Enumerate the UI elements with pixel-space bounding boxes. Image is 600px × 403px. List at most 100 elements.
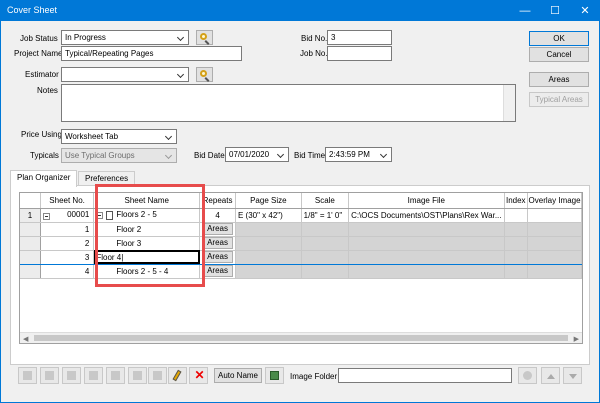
page-size-cell (235, 222, 302, 237)
project-name-input[interactable]: Typical/Repeating Pages (61, 46, 242, 61)
table-row[interactable]: 2 Floor 3 Areas (20, 236, 582, 251)
sheet-no-cell[interactable]: 2 (40, 236, 95, 251)
table-row-selected[interactable]: 3 Floor 4| Areas (20, 249, 582, 265)
bid-no-input[interactable]: 3 (327, 30, 392, 45)
repeats-cell[interactable]: Areas (199, 249, 236, 265)
notes-scrollbar[interactable] (503, 85, 515, 121)
areas-row-button[interactable]: Areas (202, 265, 233, 277)
bid-time-picker[interactable]: 2:43:59 PM (325, 147, 392, 162)
scroll-left-icon[interactable]: ◀ (23, 335, 28, 343)
chevron-down-icon (176, 70, 186, 80)
overlay-image-cell (527, 222, 582, 237)
table-row[interactable]: 1 Floor 2 Areas (20, 222, 582, 237)
add-icon[interactable] (18, 367, 37, 384)
index-cell (504, 249, 529, 265)
overlay-image-cell[interactable] (527, 208, 582, 223)
bid-date-picker[interactable]: 07/01/2020 (225, 147, 289, 162)
scale-icon[interactable] (148, 367, 167, 384)
typical-areas-button[interactable]: Typical Areas (529, 92, 589, 107)
typicals-select[interactable]: Use Typical Groups (61, 148, 177, 163)
delete-icon[interactable]: ✕ (189, 367, 208, 384)
index-cell[interactable] (504, 208, 529, 223)
move-down-icon[interactable] (563, 367, 582, 384)
overlay-image-cell (527, 249, 582, 265)
sheet-name-edit-text[interactable]: Floor 4 (96, 253, 121, 262)
estimator-select[interactable] (61, 67, 189, 82)
row-header[interactable] (20, 249, 41, 265)
scan-icon[interactable] (106, 367, 125, 384)
areas-row-button[interactable]: Areas (202, 251, 233, 263)
column-header-sheet-no[interactable]: Sheet No. (40, 193, 95, 209)
sheet-name-cell[interactable]: Floors 2 - 5 (93, 208, 201, 223)
row-header[interactable] (20, 222, 41, 237)
cancel-button[interactable]: Cancel (529, 47, 589, 62)
table-row[interactable]: 1 00001 Floors 2 - 5 4 E (30" x 42") 1/8… (20, 208, 582, 223)
column-header-index[interactable]: Index (504, 193, 529, 209)
scroll-right-icon[interactable]: ▶ (574, 335, 579, 343)
price-using-select[interactable]: Worksheet Tab (61, 129, 177, 144)
column-header-overlay-image[interactable]: Overlay Image (527, 193, 582, 209)
image-icon[interactable] (265, 367, 284, 384)
column-header-sheet-name[interactable]: Sheet Name (93, 193, 201, 209)
scale-cell[interactable]: 1/8" = 1' 0" (301, 208, 350, 223)
close-button[interactable]: ✕ (570, 0, 600, 21)
column-header-scale[interactable]: Scale (301, 193, 350, 209)
sheet-no-cell[interactable]: 3 (40, 249, 95, 265)
repeats-cell[interactable]: Areas (199, 264, 236, 279)
copy-icon[interactable] (84, 367, 103, 384)
column-header-repeats[interactable]: Repeats (199, 193, 236, 209)
text-cursor: | (121, 252, 124, 262)
estimator-search-button[interactable] (196, 67, 213, 82)
repeats-cell[interactable]: Areas (199, 222, 236, 237)
column-header-page-size[interactable]: Page Size (235, 193, 302, 209)
search-icon[interactable] (518, 367, 537, 384)
pencil-icon[interactable] (168, 367, 187, 384)
auto-name-button[interactable]: Auto Name (214, 368, 262, 383)
sheet-no-cell[interactable]: 00001 (40, 208, 95, 223)
column-header-image-file[interactable]: Image File (348, 193, 505, 209)
sheet-no-cell[interactable]: 1 (40, 222, 95, 237)
ok-button[interactable]: OK (529, 31, 589, 46)
overlay-image-cell (527, 264, 582, 279)
job-status-search-button[interactable] (196, 30, 213, 45)
table-row[interactable]: 4 Floors 2 - 5 - 4 Areas (20, 264, 582, 279)
collapse-icon[interactable] (42, 213, 50, 220)
image-folder-label: Image Folder (290, 372, 338, 381)
row-header[interactable] (20, 264, 41, 279)
sheet-no-cell[interactable]: 4 (40, 264, 95, 279)
grid-horizontal-scrollbar[interactable]: ◀ ▶ (20, 332, 582, 343)
notes-textarea[interactable] (61, 84, 516, 122)
sheet-name-cell[interactable]: Floor 2 (93, 222, 201, 237)
tab-plan-organizer[interactable]: Plan Organizer (10, 170, 78, 187)
job-no-input[interactable] (327, 46, 392, 61)
job-status-select[interactable]: In Progress (61, 30, 189, 45)
page-size-cell (235, 249, 302, 265)
row-header[interactable]: 1 (20, 208, 41, 223)
move-up-icon[interactable] (541, 367, 560, 384)
sheet-name-cell[interactable]: Floor 3 (93, 236, 201, 251)
sheets-grid[interactable]: Sheet No. Sheet Name Repeats Page Size S… (19, 192, 583, 344)
search-icon (200, 33, 207, 40)
repeats-cell[interactable]: Areas (199, 236, 236, 251)
repeats-cell[interactable]: 4 (199, 208, 236, 223)
image-folder-input[interactable] (338, 368, 512, 383)
minimize-button[interactable]: — (510, 0, 540, 21)
grid-icon[interactable] (128, 367, 147, 384)
scale-cell (301, 264, 350, 279)
remove-icon[interactable] (40, 367, 59, 384)
maximize-button[interactable]: ☐ (540, 0, 570, 21)
scrollbar-thumb[interactable] (34, 335, 568, 341)
job-status-label: Job Status (20, 34, 58, 43)
page-size-cell[interactable]: E (30" x 42") (235, 208, 302, 223)
sheet-name-cell[interactable]: Floors 2 - 5 - 4 (93, 264, 201, 279)
image-file-cell[interactable]: C:\OCS Documents\OST\Plans\Rex War... (348, 208, 505, 223)
areas-row-button[interactable]: Areas (202, 237, 233, 249)
areas-button[interactable]: Areas (529, 72, 589, 87)
tab-preferences[interactable]: Preferences (78, 171, 136, 186)
areas-row-button[interactable]: Areas (202, 223, 233, 235)
index-cell (504, 236, 529, 251)
row-header[interactable] (20, 236, 41, 251)
sheet-name-edit-cell[interactable]: Floor 4| (93, 249, 201, 265)
collapse-icon[interactable] (96, 211, 104, 219)
insert-icon[interactable] (62, 367, 81, 384)
